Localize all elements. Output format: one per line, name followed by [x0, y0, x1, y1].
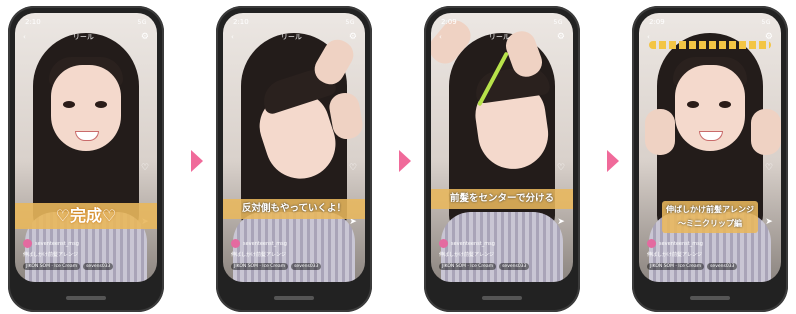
tags-row: JIKON SOM · Ice Cream sevens033	[231, 263, 322, 270]
reel-topbar: ‹ ⚙	[647, 31, 773, 43]
home-indicator	[274, 296, 314, 300]
back-icon[interactable]: ‹	[231, 33, 234, 41]
tags-row: JIKON SOM · Ice Cream sevens033	[439, 263, 530, 270]
heart-icon[interactable]: ♡	[349, 163, 357, 173]
gear-icon[interactable]: ⚙	[349, 32, 357, 42]
caption-text: 反対側もやっていくよ！	[241, 203, 347, 214]
heart-icon[interactable]: ♡	[765, 163, 773, 173]
status-bar: 2:09 5G	[649, 17, 771, 27]
reel-screen-4[interactable]: 2:09 5G ‹ ⚙ 伸ばしかけ前髪アレンジ 〜ミニクリップ編 ♡ ➤ sev…	[639, 13, 781, 282]
reel-topbar: ‹ リール ⚙	[231, 31, 357, 43]
heart-icon[interactable]: ♡	[141, 163, 149, 173]
music-tag[interactable]: JIKON SOM · Ice Cream	[647, 263, 705, 270]
user-row[interactable]: seventeenst_msg	[439, 239, 495, 248]
phone-4: 2:09 5G ‹ ⚙ 伸ばしかけ前髪アレンジ 〜ミニクリップ編 ♡ ➤ sev…	[632, 6, 788, 312]
caption-banner: 伸ばしかけ前髪アレンジ 〜ミニクリップ編	[639, 187, 781, 233]
username[interactable]: seventeenst_msg	[35, 241, 79, 247]
gear-icon[interactable]: ⚙	[141, 32, 149, 42]
reel-screen-1[interactable]: 2:10 5G ‹ リール ⚙ ♡完成♡ ♡ ➤ seventeenst_msg…	[15, 13, 157, 282]
username[interactable]: seventeenst_msg	[243, 241, 287, 247]
music-tag[interactable]: JIKON SOM · Ice Cream	[23, 263, 81, 270]
signal-indicator: 5G	[553, 18, 563, 26]
home-indicator	[66, 296, 106, 300]
description: 伸ばしかけ前髪アレンジ	[647, 252, 703, 258]
status-time: 2:10	[25, 18, 41, 26]
reel-label: リール	[72, 33, 94, 41]
back-icon[interactable]: ‹	[647, 33, 650, 41]
music-tag[interactable]: JIKON SOM · Ice Cream	[231, 263, 289, 270]
user-tag[interactable]: sevens033	[291, 263, 322, 270]
avatar[interactable]	[231, 239, 240, 248]
user-tag[interactable]: sevens033	[83, 263, 114, 270]
user-tag[interactable]: sevens033	[707, 263, 738, 270]
status-time: 2:09	[441, 18, 457, 26]
caption-text: 前髪をセンターで分ける	[450, 193, 554, 204]
status-time: 2:10	[233, 18, 249, 26]
next-arrow-icon	[607, 150, 619, 172]
back-icon[interactable]: ‹	[439, 33, 442, 41]
caption-text: 伸ばしかけ前髪アレンジ 〜ミニクリップ編	[662, 201, 758, 233]
photo-hand	[751, 109, 781, 155]
home-indicator	[690, 296, 730, 300]
avatar[interactable]	[439, 239, 448, 248]
avatar[interactable]	[647, 239, 656, 248]
photo-eye	[95, 101, 107, 108]
username[interactable]: seventeenst_msg	[451, 241, 495, 247]
heart-icon[interactable]: ♡	[557, 163, 565, 173]
reel-topbar: ‹ リール ⚙	[23, 31, 149, 43]
photo-eye	[687, 101, 699, 108]
caption-text: ♡完成♡	[55, 206, 117, 225]
reel-label: リール	[280, 33, 302, 41]
username[interactable]: seventeenst_msg	[659, 241, 703, 247]
next-arrow-icon	[191, 150, 203, 172]
status-time: 2:09	[649, 18, 665, 26]
next-arrow-icon	[399, 150, 411, 172]
gear-icon[interactable]: ⚙	[557, 32, 565, 42]
description: 伸ばしかけ前髪アレンジ	[231, 252, 287, 258]
phone-1: 2:10 5G ‹ リール ⚙ ♡完成♡ ♡ ➤ seventeenst_msg…	[8, 6, 164, 312]
home-indicator	[482, 296, 522, 300]
status-bar: 2:10 5G	[25, 17, 147, 27]
music-tag[interactable]: JIKON SOM · Ice Cream	[439, 263, 497, 270]
user-row[interactable]: seventeenst_msg	[647, 239, 703, 248]
caption-banner: 前髪をセンターで分ける	[431, 189, 573, 209]
caption-banner: 反対側もやっていくよ！	[223, 199, 365, 219]
photo-hand	[645, 109, 675, 155]
share-icon[interactable]: ➤	[557, 217, 565, 227]
reel-screen-2[interactable]: 2:10 5G ‹ リール ⚙ 反対側もやっていくよ！ ♡ ➤ seventee…	[223, 13, 365, 282]
phone-3: 2:09 5G ‹ リール ⚙ 前髪をセンターで分ける ♡ ➤ seventee…	[424, 6, 580, 312]
user-tag[interactable]: sevens033	[499, 263, 530, 270]
phone-2: 2:10 5G ‹ リール ⚙ 反対側もやっていくよ！ ♡ ➤ seventee…	[216, 6, 372, 312]
reel-screen-3[interactable]: 2:09 5G ‹ リール ⚙ 前髪をセンターで分ける ♡ ➤ seventee…	[431, 13, 573, 282]
status-bar: 2:10 5G	[233, 17, 355, 27]
avatar[interactable]	[23, 239, 32, 248]
user-row[interactable]: seventeenst_msg	[23, 239, 79, 248]
description: 伸ばしかけ前髪アレンジ	[439, 252, 495, 258]
gear-icon[interactable]: ⚙	[765, 32, 773, 42]
signal-indicator: 5G	[137, 18, 147, 26]
caption-banner: ♡完成♡	[15, 203, 157, 229]
description: 伸ばしかけ前髪アレンジ	[23, 252, 79, 258]
tags-row: JIKON SOM · Ice Cream sevens033	[23, 263, 114, 270]
status-bar: 2:09 5G	[441, 17, 563, 27]
user-row[interactable]: seventeenst_msg	[231, 239, 287, 248]
back-icon[interactable]: ‹	[23, 33, 26, 41]
reel-label: リール	[488, 33, 510, 41]
reel-topbar: ‹ リール ⚙	[439, 31, 565, 43]
photo-eye	[719, 101, 731, 108]
tags-row: JIKON SOM · Ice Cream sevens033	[647, 263, 738, 270]
signal-indicator: 5G	[345, 18, 355, 26]
photo-eye	[63, 101, 75, 108]
signal-indicator: 5G	[761, 18, 771, 26]
